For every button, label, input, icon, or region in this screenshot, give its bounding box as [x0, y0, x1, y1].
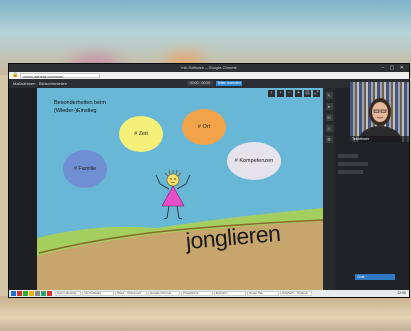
folder-icon[interactable] — [29, 291, 34, 296]
meeting-toolbar: Maßnahmen Bildschirmteilen 00:00 · 00:00… — [9, 79, 409, 88]
zoom-in-icon[interactable]: + — [295, 90, 302, 97]
next-slide-icon[interactable]: › — [277, 90, 284, 97]
taskbar-task[interactable]: PowerPoint — [181, 291, 213, 296]
taskbar-pinned-icons — [11, 291, 52, 296]
bubble-ort: # Ort — [182, 109, 226, 145]
taskbar-task[interactable]: Zoom-Meeting — [55, 291, 81, 296]
bubble-familie: # Familie — [63, 150, 107, 188]
slide-title: Besonderheiten beim (Wieder-)Einstieg — [54, 99, 106, 115]
taskbar-task[interactable]: Postfach – Outlook — [280, 291, 312, 296]
pen-icon[interactable]: ✎ — [325, 92, 333, 99]
fullscreen-icon[interactable]: ⤢ — [313, 90, 320, 97]
people-icon[interactable]: ☺ — [325, 125, 333, 132]
fit-icon[interactable]: ⊡ — [304, 90, 311, 97]
window-title: Intr-Software – Google Chrome — [181, 65, 237, 70]
zoom-out-icon[interactable]: − — [286, 90, 293, 97]
slide-title-line-2: (Wieder-)Einstieg — [54, 108, 97, 114]
panel-row[interactable] — [338, 162, 368, 166]
panel-row[interactable] — [338, 170, 363, 174]
bubble-kompetenzen: # Kompetenzen — [227, 142, 281, 180]
app-icon[interactable] — [41, 291, 46, 296]
panel-row[interactable] — [338, 154, 358, 158]
address-bar: 🔒 zoom.intrada.com/c/m/ — [9, 72, 409, 79]
slide-toolbar: ‹ › − + ⊡ ⤢ — [268, 90, 320, 97]
taskbar-clock: 12:00 — [397, 291, 406, 295]
window-controls-icon[interactable]: – ▢ ✕ — [382, 64, 406, 72]
participant-name-label: Teilnehmer — [350, 136, 409, 142]
chat-icon[interactable]: ✉ — [325, 114, 333, 121]
taskbar-task[interactable]: Intr-Software — [82, 291, 114, 296]
toolbar-item-measures[interactable]: Maßnahmen — [13, 79, 35, 88]
prev-slide-icon[interactable]: ‹ — [268, 90, 275, 97]
slide-title-line-1: Besonderheiten beim — [54, 100, 106, 106]
shared-slide: ‹ › − + ⊡ ⤢ Besonderheiten beim (Wieder-… — [37, 88, 323, 290]
participant-avatar — [358, 98, 402, 142]
app-icon[interactable] — [35, 291, 40, 296]
bubble-kompetenzen-label: # Kompetenzen — [234, 158, 274, 164]
pointer-icon[interactable]: ➤ — [325, 103, 333, 110]
right-toolbar: ✎ ➤ ✉ ☺ ⚙ — [323, 88, 335, 290]
monitor-screen: Intr-Software – Google Chrome – ▢ ✕ 🔒 zo… — [8, 63, 410, 298]
start-icon[interactable] — [11, 291, 16, 296]
slide-illustration — [37, 169, 323, 290]
juggler-figure — [155, 169, 191, 220]
chat-input-field[interactable]: Chat — [355, 274, 395, 280]
taskbar-task[interactable]: Google Chrome — [148, 291, 180, 296]
settings-icon[interactable]: ⚙ — [325, 136, 333, 143]
bubble-zeit-label: # Zeit — [134, 131, 148, 137]
bubble-zeit: # Zeit — [119, 116, 163, 152]
taskbar-task[interactable]: Explorer — [214, 291, 246, 296]
webcam-video: Teilnehmer — [350, 82, 409, 142]
meeting-timer: 00:00 · 00:00 — [187, 81, 213, 86]
bubble-ort-label: # Ort — [197, 124, 211, 130]
window-titlebar: Intr-Software – Google Chrome – ▢ ✕ — [9, 64, 409, 72]
browser-icon[interactable] — [23, 291, 28, 296]
bubble-familie-label: # Familie — [73, 166, 97, 172]
url-field[interactable]: zoom.intrada.com/c/m/ — [20, 73, 100, 79]
app-icon[interactable] — [47, 291, 52, 296]
room-background-bottom — [0, 296, 411, 331]
search-icon[interactable] — [17, 291, 22, 296]
toolbar-item-screen-share[interactable]: Bildschirmteilen — [39, 79, 67, 88]
lock-icon: 🔒 — [12, 72, 19, 78]
stop-share-button[interactable]: Teilen beenden — [216, 81, 242, 86]
windows-taskbar: Zoom-Meeting Intr-Software Word – Dokume… — [9, 290, 409, 297]
taskbar-task[interactable]: Word – Dokument — [115, 291, 147, 296]
taskbar-task[interactable]: Neuer Tab — [247, 291, 279, 296]
